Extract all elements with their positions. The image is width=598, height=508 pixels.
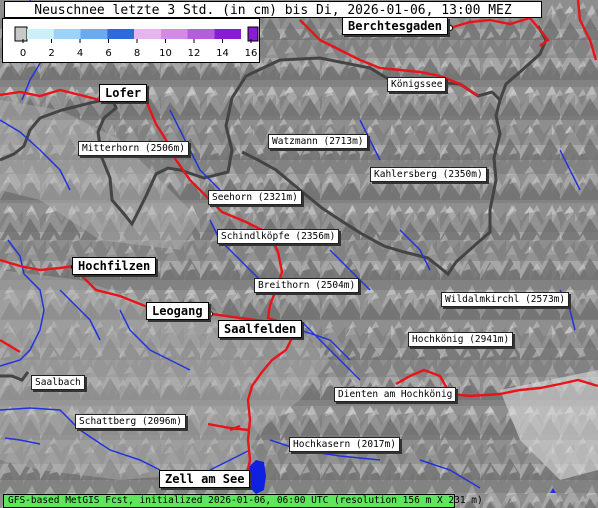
legend-swatch	[107, 29, 134, 39]
legend-swatch	[53, 29, 81, 39]
town-label-lofer: Lofer	[99, 84, 148, 102]
legend-swatch	[80, 29, 108, 39]
legend-tick-label: 16	[245, 48, 258, 59]
peak-label-seehorn: Seehorn (2321m)	[208, 190, 302, 205]
peak-label-schattberg: Schattberg (2096m)	[75, 414, 186, 429]
place-label-saalbach: Saalbach	[31, 375, 85, 390]
legend-swatch	[14, 26, 28, 42]
legend-swatch	[134, 29, 161, 39]
town-label-zell-am-see: Zell am See	[159, 470, 251, 488]
peak-label-hochkasern: Hochkasern (2017m)	[289, 437, 400, 452]
terrain-map	[0, 0, 598, 508]
legend-swatch	[160, 29, 188, 39]
legend-tick-label: 12	[188, 48, 201, 59]
legend-tick-label: 2	[48, 48, 54, 59]
town-label-hochfilzen: Hochfilzen	[72, 257, 157, 275]
peak-label-hochkoenig: Hochkönig (2941m)	[408, 332, 514, 347]
map-title: Neuschnee letzte 3 Std. (in cm) bis Di, …	[4, 1, 542, 18]
legend-swatch	[247, 26, 259, 42]
peak-label-mitterhorn: Mitterhorn (2506m)	[78, 141, 189, 156]
peak-label-schindlkoepfe: Schindlköpfe (2356m)	[217, 229, 340, 244]
legend-tick-label: 0	[20, 48, 26, 59]
peak-label-wildalmkirchl: Wildalmkirchl (2573m)	[441, 292, 570, 307]
snow-legend: 0 2 4 6 8 10 12 14 16	[2, 18, 260, 63]
legend-swatch	[27, 29, 54, 39]
town-label-saalfelden: Saalfelden	[218, 320, 303, 338]
peak-label-breithorn: Breithorn (2504m)	[254, 278, 360, 293]
legend-tick-label: 14	[216, 48, 229, 59]
peak-label-watzmann: Watzmann (2713m)	[268, 134, 368, 149]
place-label-dienten: Dienten am Hochkönig	[334, 387, 457, 402]
town-marker	[447, 25, 453, 31]
legend-swatch	[187, 29, 215, 39]
peak-label-koenigssee: Königssee	[387, 77, 447, 92]
legend-tick-label: 6	[105, 48, 111, 59]
legend-colorbar: 0 2 4 6 8 10 12 14 16	[14, 26, 259, 59]
peak-label-kahlersberg: Kahlersberg (2350m)	[370, 167, 487, 182]
legend-tick-label: 10	[159, 48, 172, 59]
forecast-footer: GFS-based MetGIS Fcst, initialized 2026-…	[3, 494, 483, 508]
town-label-berchtesgaden: Berchtesgaden	[342, 17, 448, 35]
legend-tick-label: 4	[77, 48, 83, 59]
legend-tick-label: 8	[134, 48, 140, 59]
town-label-leogang: Leogang	[146, 302, 209, 320]
legend-swatch	[214, 29, 241, 39]
